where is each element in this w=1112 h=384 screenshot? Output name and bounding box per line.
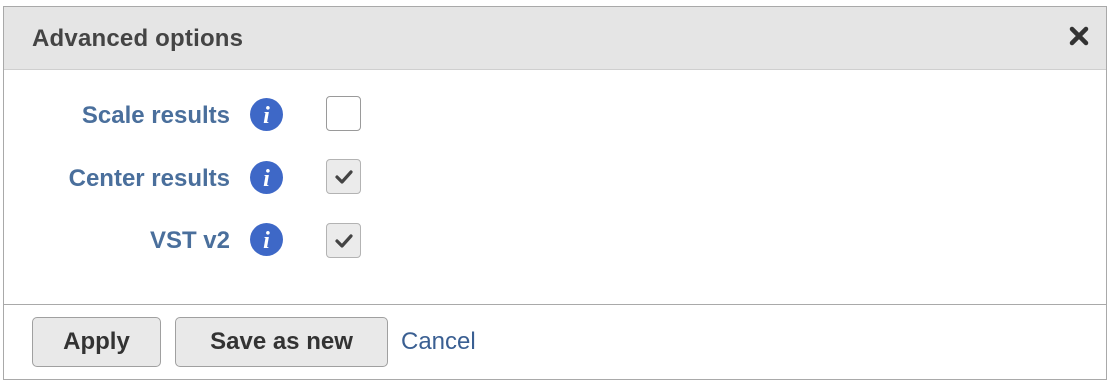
svg-text:i: i — [263, 166, 270, 192]
close-icon[interactable] — [1066, 23, 1092, 49]
option-label-scale-results: Scale results — [81, 102, 230, 129]
svg-text:i: i — [263, 228, 270, 254]
save-as-new-button[interactable]: Save as new — [175, 317, 388, 367]
vst-v2-checkbox[interactable] — [326, 223, 361, 258]
checkmark-icon — [335, 234, 353, 248]
scale-results-checkbox[interactable] — [326, 96, 361, 131]
option-label-center-results: Center results — [68, 165, 230, 192]
option-row-vst-v2: VST v2 — [4, 221, 230, 261]
advanced-options-dialog: Advanced options Scale results i Center … — [3, 6, 1107, 380]
info-icon[interactable]: i — [250, 98, 283, 131]
option-label-vst-v2: VST v2 — [149, 227, 230, 254]
center-results-checkbox[interactable] — [326, 159, 361, 194]
info-icon[interactable]: i — [250, 161, 283, 194]
checkmark-icon — [335, 170, 353, 184]
option-row-center-results: Center results — [4, 159, 230, 199]
dialog-title: Advanced options — [32, 25, 244, 52]
option-row-scale-results: Scale results — [4, 96, 230, 136]
info-icon[interactable]: i — [250, 223, 283, 256]
svg-text:i: i — [263, 103, 270, 129]
cancel-link[interactable]: Cancel — [401, 328, 476, 356]
dialog-header: Advanced options — [4, 7, 1106, 70]
apply-button[interactable]: Apply — [32, 317, 161, 367]
dialog-footer: Apply Save as new Cancel — [4, 304, 1106, 379]
